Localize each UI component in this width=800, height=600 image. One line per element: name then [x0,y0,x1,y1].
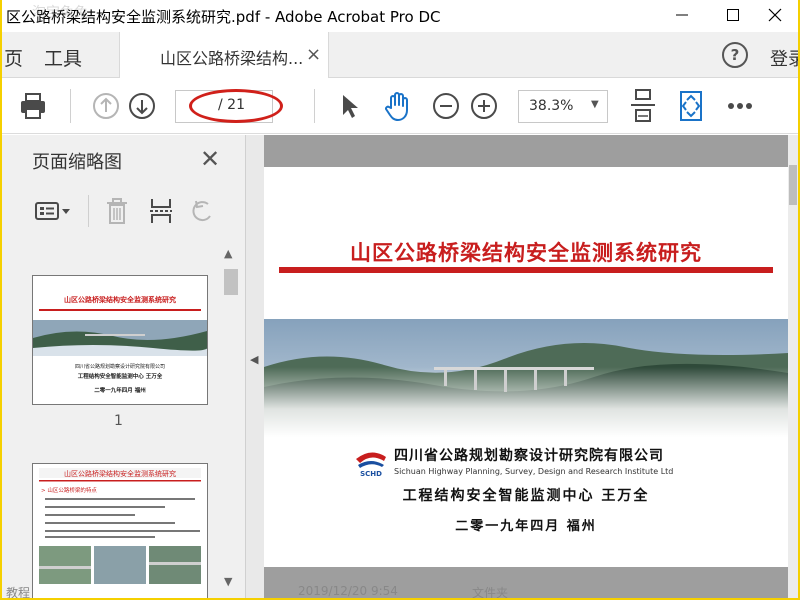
panel-title: 页面缩略图 [32,152,122,173]
more-options-button[interactable] [724,91,756,121]
thumbnail-2-title: 山区公路桥梁结构安全监测系统研究 [64,469,176,478]
hand-icon [385,92,408,121]
page-thumbnails-panel: 页面缩略图 ✕ 山区公路桥梁结构安全监测系统研究 四川省公路规划勘察设计研究院有… [2,135,246,598]
close-button[interactable] [752,0,798,30]
plus-circle-icon [471,93,497,119]
zoom-value: 38.3% [529,98,574,114]
thumbnails-list: 山区公路桥梁结构安全监测系统研究 四川省公路规划勘察设计研究院有限公司 工程结构… [10,245,218,598]
delete-page-button[interactable] [102,195,132,227]
arrow-up-circle-icon [93,93,119,119]
rotate-page-button[interactable] [188,195,218,227]
date-and-place: 二零一九年四月 福州 [455,519,597,534]
full-screen-button[interactable] [674,87,708,125]
thumbnails-scrollbar[interactable]: ▲ ▼ [222,245,240,598]
thumbnail-1-title: 山区公路桥梁结构安全监测系统研究 [64,295,176,304]
trash-icon [107,198,127,224]
page-number-box: / 21 [175,90,273,123]
thumbnail-1-number: 1 [114,413,123,429]
fit-page-button[interactable] [626,87,660,125]
tab-document-label: 山区公路桥梁结构... [160,49,304,68]
tab-document[interactable]: 山区公路桥梁结构... × [119,32,329,78]
scroll-thumb[interactable] [224,269,238,295]
thumbnail-1-org: 四川省公路规划勘察设计研究院有限公司 [75,363,165,370]
hand-tool-button[interactable] [380,89,414,123]
tab-tools[interactable]: 工具 [44,44,82,71]
login-button[interactable]: 登录 [770,45,798,71]
minus-circle-icon [433,93,459,119]
next-page-button[interactable] [126,91,158,121]
arrow-down-circle-icon [129,93,155,119]
extract-page-button[interactable] [146,195,176,227]
help-button[interactable]: ? [722,42,748,68]
scroll-up-icon[interactable]: ▲ [224,247,232,260]
full-screen-icon [680,91,702,121]
ghost-type: 文件夹 [472,586,509,598]
ghost-date: 2019/12/20 9:54 [298,584,398,598]
page-number-input[interactable] [182,97,210,117]
split-page-icon [150,199,172,223]
panel-toolbar [2,189,246,233]
center-and-author: 工程结构安全智能监测中心 王万全 [402,488,650,504]
tab-home[interactable]: 页 [4,44,23,71]
zoom-select[interactable]: 38.3% ▼ [518,90,608,123]
thumbnail-1-center: 工程结构安全智能监测中心 王万全 [78,372,163,380]
thumbnail-options-button[interactable] [32,197,74,225]
maximize-button[interactable] [710,0,756,30]
thumbnail-2-preview: 山区公路桥梁结构安全监测系统研究 > 山区公路桥梁的特点 [39,468,201,584]
panel-collapse-strip[interactable]: ◀ [246,135,264,598]
bridge-banner-image [264,307,788,437]
page-thumbnail-1[interactable]: 山区公路桥梁结构安全监测系统研究 四川省公路规划勘察设计研究院有限公司 工程结构… [32,275,208,405]
previous-page-button[interactable] [90,91,122,121]
thumbnail-2-heading: > 山区公路桥梁的特点 [41,486,97,494]
organization-block: SCHD 四川省公路规划勘察设计研究院有限公司 Sichuan Highway … [354,445,774,481]
page-thumbnail-2[interactable]: 山区公路桥梁结构安全监测系统研究 > 山区公路桥梁的特点 [32,463,208,598]
close-icon [768,8,782,22]
tab-close-icon[interactable]: × [306,44,321,65]
list-options-icon [35,202,70,220]
page-total: / 21 [218,97,245,113]
cursor-arrow-icon [343,95,358,118]
document-scrollbar[interactable] [788,135,798,598]
chevron-down-icon: ▼ [591,99,599,110]
org-name-en: Sichuan Highway Planning, Survey, Design… [394,467,674,476]
print-icon [21,93,45,119]
org-name-cn: 四川省公路规划勘察设计研究院有限公司 [394,448,664,464]
acrobat-window: 区公路桥梁结构安全监测系统研究.pdf - Adobe Acrobat Pro … [2,0,798,598]
more-dots-icon [728,103,752,109]
schd-logo-icon: SCHD [356,452,386,478]
zoom-in-button[interactable] [468,91,500,121]
rotate-icon [192,200,211,222]
document-title: 山区公路桥梁结构安全监测系统研究 [350,241,702,265]
main-toolbar: / 21 38.3% ▼ [2,79,798,134]
minimize-button[interactable] [659,0,705,30]
minimize-icon [676,14,688,16]
thumbnail-1-preview: 山区公路桥梁结构安全监测系统研究 四川省公路规划勘察设计研究院有限公司 工程结构… [33,295,208,394]
title-bar: 区公路桥梁结构安全监测系统研究.pdf - Adobe Acrobat Pro … [2,0,798,32]
pdf-page: 山区公路桥梁结构安全监测系统研究 SCHD 四川省公路规划勘察设计研究院有限公司… [264,167,788,567]
select-tool-button[interactable] [336,91,362,121]
title-underline [279,267,773,273]
ghost-folder-name: 教程 [6,586,31,598]
maximize-icon [727,9,739,21]
print-button[interactable] [16,91,50,121]
collapse-left-icon[interactable]: ◀ [250,353,258,366]
watermark: 淘宝兔兔 [32,5,88,21]
thumbnail-1-date: 二零一九年四月 福州 [94,386,146,394]
background-file-row: 教程 2019/12/20 9:54 文件夹 [2,584,798,598]
document-scroll-thumb[interactable] [789,165,797,205]
panel-close-icon[interactable]: ✕ [200,145,220,173]
fit-page-icon [631,89,655,122]
document-view: 山区公路桥梁结构安全监测系统研究 SCHD 四川省公路规划勘察设计研究院有限公司… [264,135,798,598]
logo-text: SCHD [360,470,382,478]
zoom-out-button[interactable] [430,91,462,121]
tab-bar: 页 工具 山区公路桥梁结构... × ? 登录 [2,32,798,78]
